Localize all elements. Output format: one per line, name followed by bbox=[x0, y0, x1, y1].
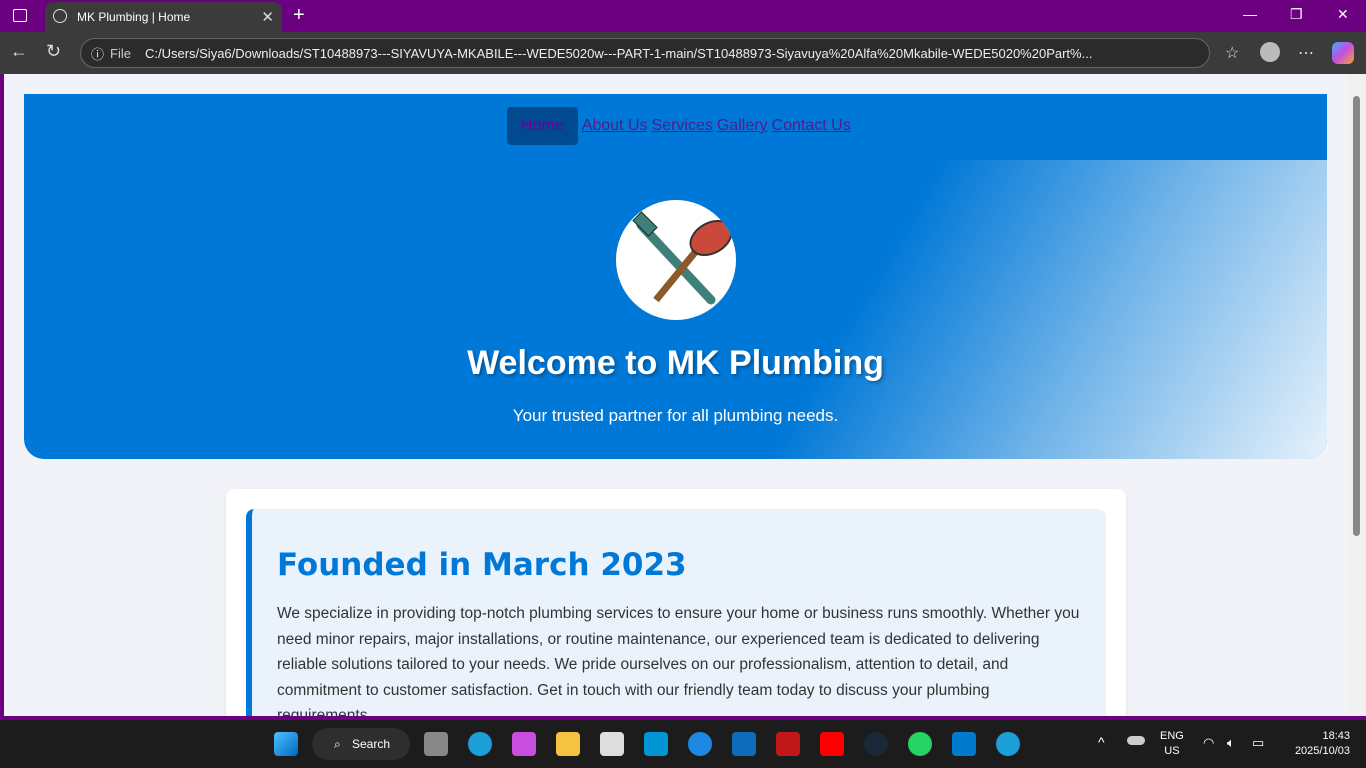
edge-active-icon[interactable] bbox=[996, 732, 1020, 756]
outlook-icon[interactable] bbox=[732, 732, 756, 756]
url-text: C:/Users/Siya6/Downloads/ST10488973---SI… bbox=[144, 45, 1093, 61]
wifi-icon[interactable]: ◠ bbox=[1203, 735, 1214, 751]
nav-home[interactable]: Home bbox=[507, 107, 578, 145]
about-text: We specialize in providing top-notch plu… bbox=[277, 605, 1080, 716]
youtube-icon[interactable] bbox=[820, 732, 844, 756]
logo-image bbox=[616, 200, 736, 320]
hero-title: Welcome to MK Plumbing bbox=[467, 344, 884, 382]
onedrive-icon[interactable] bbox=[1127, 736, 1145, 745]
taskbar: ⌕ Search ^ ENG US ◠ 🔈︎ ▭ 18:43 2025/10/03 bbox=[0, 720, 1366, 768]
page-viewport: Home About Us Services Gallery Contact U… bbox=[4, 74, 1348, 716]
language-indicator[interactable]: ENG US bbox=[1160, 730, 1184, 757]
scrollbar[interactable] bbox=[1348, 74, 1366, 716]
date: 2025/10/03 bbox=[1294, 745, 1350, 757]
nav-gallery[interactable]: Gallery bbox=[717, 117, 768, 135]
file-explorer-icon[interactable] bbox=[556, 732, 580, 756]
close-window-button[interactable]: ✕ bbox=[1337, 6, 1349, 23]
scrollbar-thumb[interactable] bbox=[1353, 96, 1360, 536]
about-heading: Founded in March 2023 bbox=[277, 547, 687, 583]
help-icon[interactable] bbox=[688, 732, 712, 756]
volume-icon[interactable]: 🔈︎ bbox=[1227, 735, 1235, 751]
more-menu-icon[interactable]: ⋯ bbox=[1298, 43, 1314, 63]
edge-icon[interactable] bbox=[468, 732, 492, 756]
minimize-button[interactable]: — bbox=[1243, 6, 1257, 22]
copilot-app-icon[interactable] bbox=[512, 732, 536, 756]
lang-text: ENG bbox=[1160, 730, 1184, 742]
whatsapp-icon[interactable] bbox=[908, 732, 932, 756]
browser-toolbar: ← ↻ ⓘ File C:/Users/Siya6/Downloads/ST10… bbox=[0, 32, 1366, 74]
globe-icon bbox=[53, 9, 67, 23]
task-view-icon[interactable] bbox=[424, 732, 448, 756]
browser-tab[interactable]: MK Plumbing | Home ✕ bbox=[45, 2, 282, 32]
copilot-icon[interactable] bbox=[1332, 42, 1354, 64]
address-bar[interactable]: ⓘ File C:/Users/Siya6/Downloads/ST104889… bbox=[80, 38, 1210, 68]
favorites-icon[interactable]: ☆ bbox=[1225, 43, 1239, 63]
hero-banner: Home About Us Services Gallery Contact U… bbox=[24, 94, 1327, 459]
about-card: Founded in March 2023 We specialize in p… bbox=[226, 489, 1126, 716]
browser-titlebar: MK Plumbing | Home ✕ + — ❐ ✕ bbox=[0, 0, 1366, 32]
main-nav: Home About Us Services Gallery Contact U… bbox=[507, 107, 855, 145]
myhp-icon[interactable] bbox=[644, 732, 668, 756]
close-tab-icon[interactable]: ✕ bbox=[261, 8, 274, 26]
new-tab-button[interactable]: + bbox=[293, 4, 305, 27]
taskbar-search[interactable]: ⌕ Search bbox=[312, 728, 410, 760]
store-icon[interactable] bbox=[600, 732, 624, 756]
info-icon: ⓘ bbox=[91, 46, 105, 62]
mcafee-icon[interactable] bbox=[776, 732, 800, 756]
vscode-icon[interactable] bbox=[952, 732, 976, 756]
restore-button[interactable]: ❐ bbox=[1290, 6, 1303, 23]
back-button[interactable]: ← bbox=[10, 41, 28, 62]
refresh-button[interactable]: ↻ bbox=[46, 41, 61, 62]
start-icon[interactable] bbox=[274, 732, 298, 756]
steam-icon[interactable] bbox=[864, 732, 888, 756]
clock[interactable]: 18:43 2025/10/03 bbox=[1295, 730, 1350, 757]
nav-services[interactable]: Services bbox=[652, 117, 713, 135]
battery-icon[interactable]: ▭ bbox=[1252, 735, 1264, 751]
profile-avatar[interactable] bbox=[1260, 42, 1280, 62]
sidebar-tabs-icon[interactable] bbox=[13, 9, 27, 22]
time: 18:43 bbox=[1322, 730, 1350, 742]
tab-title: MK Plumbing | Home bbox=[77, 10, 191, 24]
search-label: Search bbox=[352, 737, 391, 751]
search-icon: ⌕ bbox=[334, 736, 341, 751]
hero-subtitle: Your trusted partner for all plumbing ne… bbox=[512, 406, 839, 425]
region-text: US bbox=[1164, 745, 1180, 757]
file-label: File bbox=[110, 45, 131, 61]
tray-chevron-icon[interactable]: ^ bbox=[1098, 734, 1105, 750]
about-section: Founded in March 2023 We specialize in p… bbox=[246, 509, 1106, 716]
nav-contact[interactable]: Contact Us bbox=[772, 117, 851, 135]
nav-about[interactable]: About Us bbox=[582, 117, 648, 135]
